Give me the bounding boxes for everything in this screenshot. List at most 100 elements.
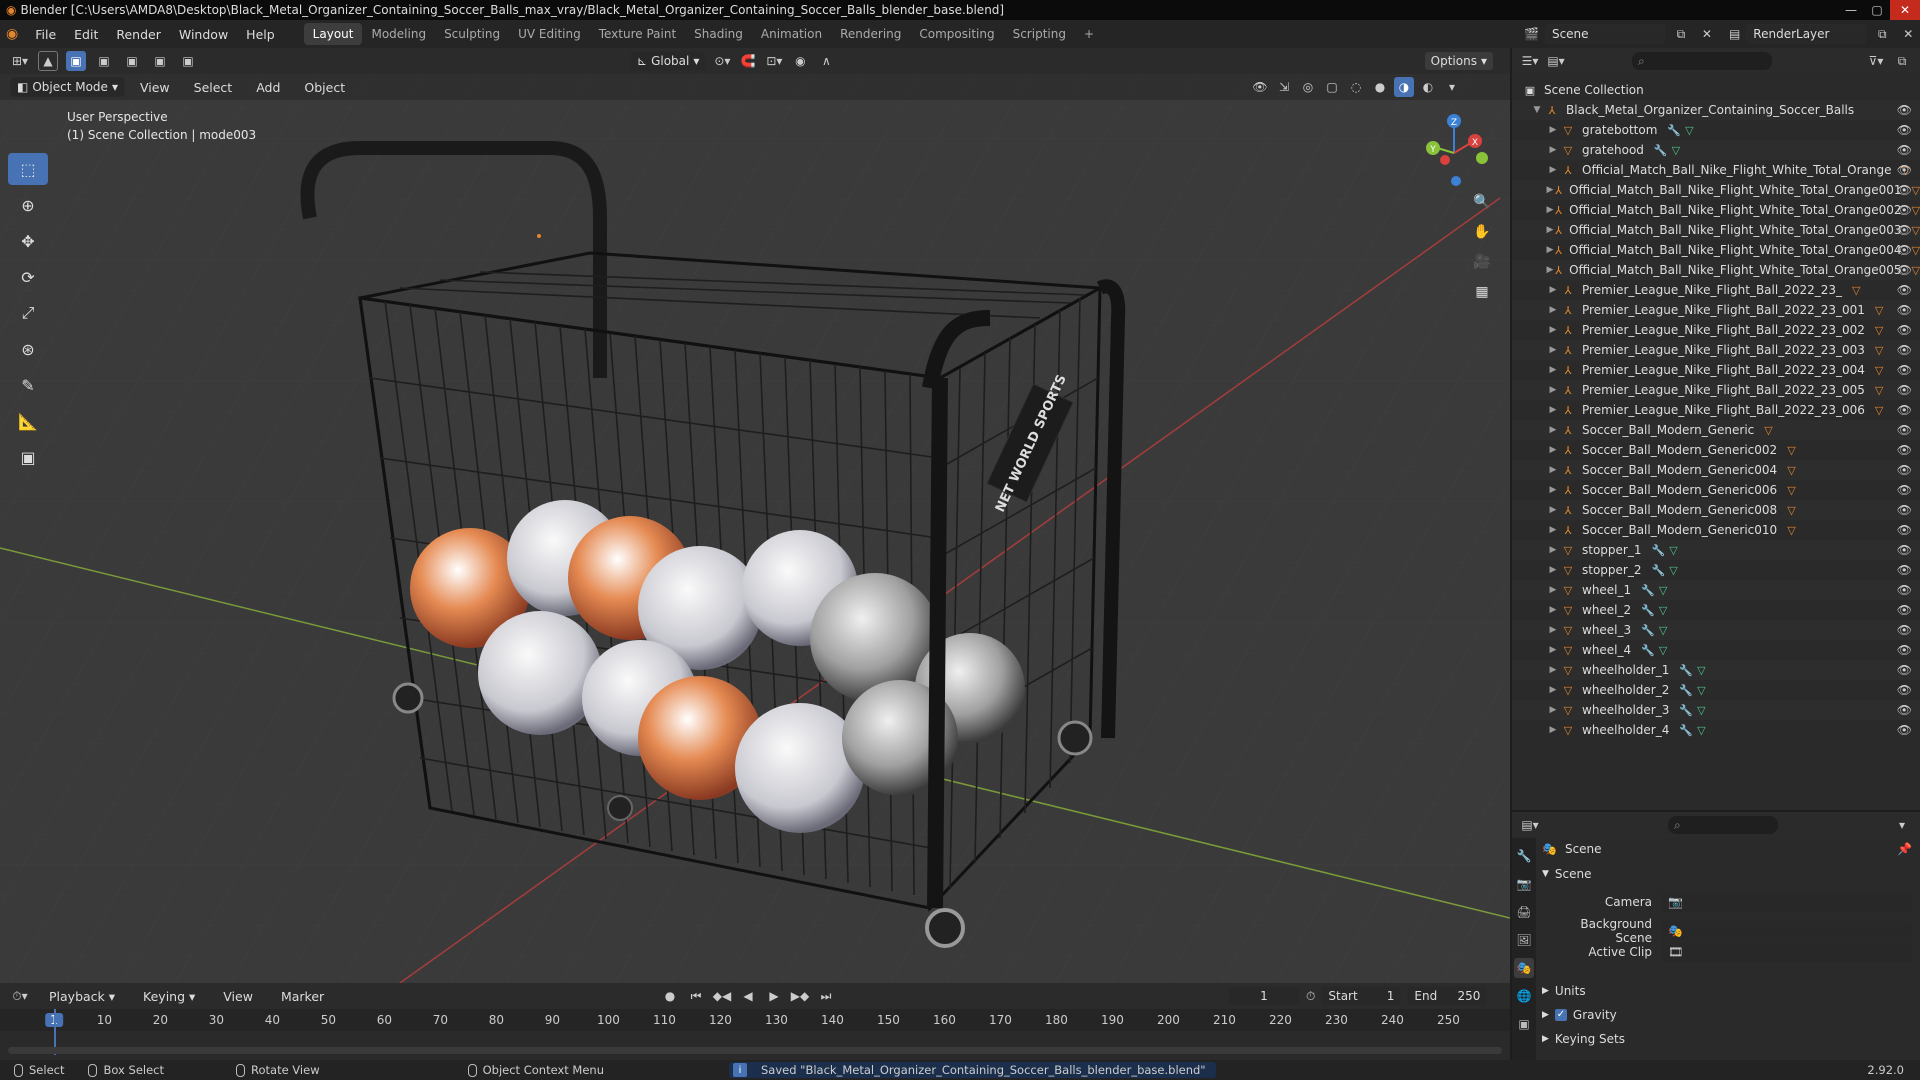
menu-edit[interactable]: Edit (65, 27, 107, 42)
child-object-icon[interactable]: ▽ (1852, 284, 1860, 297)
scene-collection-row[interactable]: ▣ Scene Collection (1512, 80, 1920, 100)
outliner-item[interactable]: ▶ ▽ wheel_4 🔧 ▽ 👁 (1512, 640, 1920, 660)
outliner-item[interactable]: ▶ ⅄ Official_Match_Ball_Nike_Flight_White_… (1512, 180, 1920, 200)
play-reverse-icon[interactable]: ◀ (738, 986, 758, 1006)
pan-hand-icon[interactable]: ✋ (1470, 220, 1494, 244)
outliner-item[interactable]: ▶ ▽ wheelholder_4 🔧 ▽ 👁 (1512, 720, 1920, 740)
object-tab-icon[interactable]: ▣ (1514, 1014, 1534, 1034)
eye-icon[interactable]: 👁 (1897, 683, 1912, 697)
select-mode-subtract-icon[interactable]: ▣ (122, 51, 142, 71)
material-shading-icon[interactable]: ◑ (1394, 77, 1414, 97)
child-object-icon[interactable]: ▽ (1912, 224, 1920, 237)
expand-right-icon[interactable]: ▶ (1546, 645, 1560, 655)
world-tab-icon[interactable]: 🌐 (1514, 986, 1534, 1006)
eye-icon[interactable]: 👁 (1897, 103, 1912, 117)
eye-icon[interactable]: 👁 (1897, 603, 1912, 617)
eye-icon[interactable]: 👁 (1897, 663, 1912, 677)
expand-right-icon[interactable]: ▶ (1546, 405, 1560, 415)
outliner-item[interactable]: ▶ ▽ wheelholder_1 🔧 ▽ 👁 (1512, 660, 1920, 680)
record-icon[interactable]: ● (660, 986, 680, 1006)
eye-icon[interactable]: 👁 (1897, 243, 1912, 257)
child-object-icon[interactable]: ▽ (1787, 444, 1795, 457)
tab-compositing[interactable]: Compositing (910, 23, 1003, 45)
mesh-data-icon[interactable]: ▽ (1669, 544, 1677, 557)
eye-icon[interactable]: 👁 (1897, 543, 1912, 557)
overlay-toggle-icon[interactable]: ◎ (1298, 77, 1318, 97)
tab-texture-paint[interactable]: Texture Paint (590, 23, 685, 45)
delete-scene-icon[interactable]: ✕ (1697, 24, 1717, 44)
eye-icon[interactable]: 👁 (1897, 523, 1912, 537)
tab-shading[interactable]: Shading (685, 23, 752, 45)
timeline-menu-keying[interactable]: Keying ▾ (134, 989, 204, 1004)
outliner-item[interactable]: ▶ ⅄ Premier_League_Nike_Flight_Ball_2022_2… (1512, 320, 1920, 340)
maximize-button[interactable]: ▢ (1864, 0, 1890, 20)
new-collection-icon[interactable]: ⧉ (1892, 51, 1912, 71)
eye-icon[interactable]: 👁 (1897, 223, 1912, 237)
delete-view-layer-icon[interactable]: ✕ (1898, 24, 1918, 44)
scene-selector[interactable]: Scene (1544, 24, 1665, 44)
tab-sculpting[interactable]: Sculpting (435, 23, 509, 45)
new-scene-icon[interactable]: ⧉ (1671, 24, 1691, 44)
solid-shading-icon[interactable]: ● (1370, 77, 1390, 97)
modifier-icon[interactable]: 🔧 (1667, 124, 1681, 137)
outliner-item[interactable]: ▶ ▽ wheel_2 🔧 ▽ 👁 (1512, 600, 1920, 620)
pin-icon[interactable]: 📌 (1897, 842, 1912, 856)
options-dropdown[interactable]: Options ▾ (1423, 51, 1494, 71)
jump-start-icon[interactable]: ⏮ (686, 986, 706, 1006)
expand-right-icon[interactable]: ▶ (1546, 345, 1560, 355)
outliner-item[interactable]: ▶ ⅄ Soccer_Ball_Modern_Generic006 ▽ 👁 (1512, 480, 1920, 500)
modifier-icon[interactable]: 🔧 (1641, 624, 1655, 637)
blender-menu-icon[interactable]: ◉ (6, 26, 18, 42)
tab-modeling[interactable]: Modeling (362, 23, 435, 45)
filter-icon[interactable]: ⊽▾ (1866, 51, 1886, 71)
expand-right-icon[interactable]: ▶ (1546, 545, 1560, 555)
eye-icon[interactable]: 👁 (1897, 623, 1912, 637)
camera-view-icon[interactable]: 🎥 (1470, 250, 1494, 274)
pivot-icon[interactable]: ⊙▾ (712, 51, 732, 71)
outliner-item[interactable]: ▶ ⅄ Official_Match_Ball_Nike_Flight_White_… (1512, 240, 1920, 260)
timeline-menu-playback[interactable]: Playback ▾ (40, 989, 124, 1004)
group-row[interactable]: ▼ ⅄ Black_Metal_Organizer_Containing_Soc… (1512, 100, 1920, 120)
child-object-icon[interactable]: ▽ (1875, 344, 1883, 357)
expand-right-icon[interactable]: ▶ (1546, 705, 1560, 715)
modifier-icon[interactable]: 🔧 (1679, 704, 1693, 717)
add-workspace-icon[interactable]: + (1075, 23, 1103, 45)
add-cube-tool-icon[interactable]: ▣ (8, 441, 48, 473)
current-frame-field[interactable]: 1 (1228, 986, 1300, 1006)
expand-right-icon[interactable]: ▶ (1546, 525, 1560, 535)
timeline-menu-marker[interactable]: Marker (272, 989, 333, 1004)
child-object-icon[interactable]: ▽ (1912, 264, 1920, 277)
viewport-menu-select[interactable]: Select (185, 80, 242, 95)
outliner-editor-type-icon[interactable]: ☰▾ (1520, 51, 1540, 71)
keying-sets-section[interactable]: ▶ Keying Sets (1542, 1032, 1912, 1046)
units-section[interactable]: ▶ Units (1542, 984, 1912, 998)
select-mode-invert-icon[interactable]: ▣ (150, 51, 170, 71)
expand-right-icon[interactable]: ▶ (1546, 305, 1560, 315)
child-object-icon[interactable]: ▽ (1875, 404, 1883, 417)
outliner-item[interactable]: ▶ ▽ wheel_3 🔧 ▽ 👁 (1512, 620, 1920, 640)
viewport-menu-object[interactable]: Object (295, 80, 354, 95)
child-object-icon[interactable]: ▽ (1787, 464, 1795, 477)
display-mode-icon[interactable]: ▤▾ (1546, 51, 1566, 71)
orientation-dropdown[interactable]: ⊾ Global ▾ (630, 51, 707, 71)
select-mode-extend-icon[interactable]: ▣ (94, 51, 114, 71)
eye-icon[interactable]: 👁 (1897, 383, 1912, 397)
outliner-item[interactable]: ▶ ⅄ Premier_League_Nike_Flight_Ball_2022_2… (1512, 340, 1920, 360)
eye-icon[interactable]: 👁 (1897, 563, 1912, 577)
shading-options-icon[interactable]: ▾ (1442, 77, 1462, 97)
end-frame-field[interactable]: End 250 (1407, 986, 1488, 1006)
proportional-edit-icon[interactable]: ◉ (790, 51, 810, 71)
annotate-tool-icon[interactable]: ✎ (8, 369, 48, 401)
eye-icon[interactable]: 👁 (1897, 403, 1912, 417)
eye-icon[interactable]: 👁 (1897, 283, 1912, 297)
expand-right-icon[interactable]: ▶ (1546, 625, 1560, 635)
jump-end-icon[interactable]: ⏭ (816, 986, 836, 1006)
timeline-editor-type-icon[interactable]: ⏱▾ (10, 986, 30, 1006)
grid-view-icon[interactable]: ▦ (1470, 280, 1494, 304)
child-object-icon[interactable]: ▽ (1787, 524, 1795, 537)
eye-icon[interactable]: 👁 (1897, 363, 1912, 377)
expand-right-icon[interactable]: ▶ (1546, 605, 1560, 615)
modifier-icon[interactable]: 🔧 (1679, 664, 1693, 677)
minimize-button[interactable]: — (1838, 0, 1864, 20)
viewport-menu-view[interactable]: View (131, 80, 179, 95)
